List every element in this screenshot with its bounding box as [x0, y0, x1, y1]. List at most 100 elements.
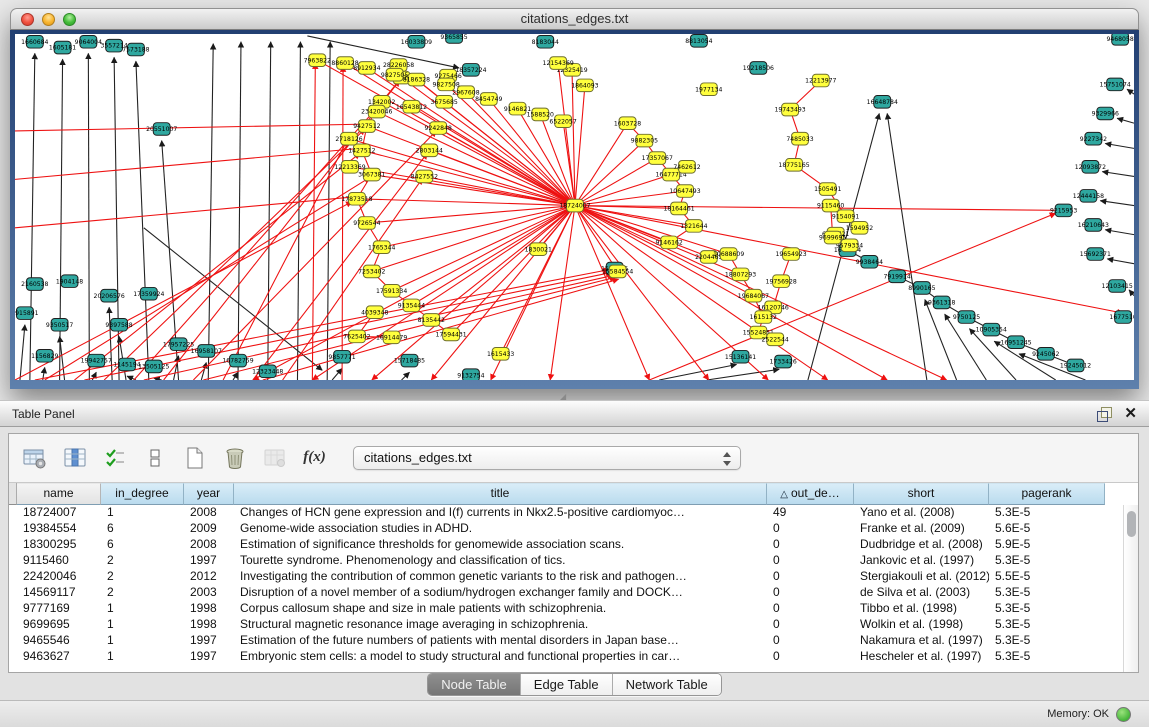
graph-node[interactable]: 17359924 — [133, 287, 164, 300]
graph-node[interactable]: 15136141 — [725, 350, 756, 363]
graph-node[interactable]: 9938464 — [856, 255, 883, 268]
graph-node-selected[interactable]: 18775165 — [778, 159, 809, 172]
table-row[interactable]: 969969511998Structural magnetic resonanc… — [9, 617, 1123, 633]
graph-node-selected[interactable]: 1603728 — [614, 117, 641, 130]
graph-node[interactable]: 8813054 — [685, 34, 712, 47]
column-header-pagerank[interactable]: pagerank — [989, 483, 1105, 505]
graph-node[interactable]: 9468058 — [1106, 34, 1133, 45]
graph-node[interactable]: 15718485 — [394, 354, 425, 367]
graph-node[interactable]: 15751074 — [1100, 78, 1131, 91]
network-canvas[interactable]: 1660684160518190640043557214757318820551… — [15, 34, 1134, 380]
delete-column-button[interactable] — [221, 444, 248, 471]
graph-node[interactable]: 3915891 — [15, 307, 39, 320]
graph-node[interactable]: 16648784 — [867, 96, 898, 109]
close-panel-icon[interactable]: ✕ — [1124, 406, 1137, 421]
graph-node-selected[interactable]: 7253402 — [358, 265, 385, 278]
show-columns-button[interactable] — [61, 444, 88, 471]
graph-node-selected[interactable]: 19684067 — [738, 289, 769, 302]
select-columns-button[interactable] — [101, 444, 128, 471]
table-row[interactable]: 1872400712008Changes of HCN gene express… — [9, 505, 1123, 521]
graph-node-selected[interactable]: 1615433 — [487, 348, 514, 361]
graph-node[interactable]: 1156829 — [31, 349, 58, 362]
graph-node-selected[interactable]: 19743493 — [774, 103, 805, 116]
graph-node[interactable]: 20206576 — [94, 289, 125, 302]
table-row[interactable]: 2242004622012Investigating the contribut… — [9, 569, 1123, 585]
table-row[interactable]: 977716911998Corpus callosum shape and si… — [9, 601, 1123, 617]
graph-node-selected[interactable]: 18164461 — [663, 202, 694, 215]
graph-node[interactable]: 9245062 — [1032, 348, 1059, 361]
scrollbar-thumb[interactable] — [1127, 511, 1136, 537]
graph-node[interactable]: 9350517 — [46, 318, 73, 331]
graph-node-selected[interactable]: 17873518 — [341, 192, 372, 205]
graph-node[interactable]: 19218506 — [743, 62, 774, 75]
function-builder-button[interactable]: f(x) — [301, 444, 328, 471]
column-header-year[interactable]: year — [184, 483, 234, 505]
graph-node[interactable]: 10905354 — [976, 323, 1007, 336]
table-selector-dropdown[interactable]: citations_edges.txt — [353, 446, 741, 470]
graph-node-selected[interactable]: 1505491 — [814, 183, 841, 196]
table-row[interactable]: 1830029562008Estimation of significance … — [9, 537, 1123, 553]
graph-node-selected[interactable]: 8135442 — [418, 314, 445, 327]
memory-status-icon[interactable] — [1116, 707, 1131, 722]
graph-node-selected[interactable]: 7485033 — [786, 132, 813, 145]
table-row[interactable]: 946554611997Estimation of the future num… — [9, 633, 1123, 649]
graph-node[interactable]: 1733426 — [769, 355, 796, 368]
column-header-out_de[interactable]: △out_de… — [767, 483, 854, 505]
graph-node[interactable]: 9329966 — [1092, 107, 1119, 120]
graph-node[interactable]: 12093872 — [1075, 160, 1106, 173]
graph-node-selected[interactable]: 19756928 — [766, 275, 797, 288]
graph-node-selected[interactable]: 16914479 — [376, 331, 407, 344]
graph-node[interactable]: 1677510 — [1109, 311, 1134, 324]
column-header-title[interactable]: title — [234, 483, 767, 505]
graph-node[interactable]: 9064004 — [75, 35, 102, 48]
tab-edge-table[interactable]: Edge Table — [521, 674, 613, 695]
graph-node[interactable]: 13505125 — [138, 360, 169, 373]
table-mode-button[interactable] — [21, 444, 48, 471]
graph-node[interactable]: 16033809 — [401, 35, 432, 48]
close-window-button[interactable] — [21, 13, 34, 26]
graph-node[interactable]: 9215953 — [1050, 204, 1077, 217]
graph-node-selected[interactable]: 17591334 — [376, 285, 407, 298]
graph-node[interactable]: 16210643 — [1078, 219, 1109, 232]
graph-node[interactable]: 9132754 — [457, 369, 484, 380]
tab-node-table[interactable]: Node Table — [428, 674, 521, 695]
row-height-button[interactable] — [141, 444, 168, 471]
graph-node[interactable]: 20551007 — [146, 123, 177, 136]
window-titlebar[interactable]: citations_edges.txt — [10, 8, 1139, 30]
graph-node[interactable]: 1660684 — [21, 35, 48, 48]
graph-node-selected[interactable]: 3675685 — [431, 96, 458, 109]
column-header-in_degree[interactable]: in_degree — [101, 483, 184, 505]
graph-node[interactable]: 9227342 — [1080, 132, 1107, 145]
table-row[interactable]: 1456911722003Disruption of a novel membe… — [9, 585, 1123, 601]
graph-node[interactable]: 2160538 — [21, 278, 48, 291]
vertical-scrollbar[interactable] — [1123, 505, 1138, 672]
table-row[interactable]: 911546021997Tourette syndrome. Phenomeno… — [9, 553, 1123, 569]
float-panel-icon[interactable] — [1097, 406, 1112, 421]
graph-node-selected[interactable]: 9882305 — [631, 134, 658, 147]
graph-node[interactable]: 9361318 — [928, 296, 955, 309]
tab-network-table[interactable]: Network Table — [613, 674, 721, 695]
graph-node-selected[interactable]: 1977134 — [695, 83, 722, 96]
table-row[interactable]: 1938455462009Genome-wide association stu… — [9, 521, 1123, 537]
graph-node[interactable]: 9857771 — [328, 350, 355, 363]
column-header-name[interactable]: name — [17, 483, 101, 505]
graph-node-selected[interactable]: 1864093 — [571, 79, 598, 92]
minimize-window-button[interactable] — [42, 13, 55, 26]
graph-node-selected[interactable]: 17357067 — [642, 152, 673, 165]
graph-node[interactable]: 12444158 — [1073, 190, 1104, 203]
column-header-short[interactable]: short — [854, 483, 989, 505]
graph-node-selected[interactable]: 7963822 — [304, 54, 331, 67]
table-row[interactable]: 946362711997Embryonic stem cells: a mode… — [9, 649, 1123, 665]
graph-node[interactable]: 12103415 — [1102, 280, 1133, 293]
graph-node[interactable]: 17957225 — [163, 338, 194, 351]
graph-node[interactable]: 19942757 — [81, 354, 112, 367]
graph-node[interactable]: 15692371 — [1080, 248, 1111, 261]
new-column-button[interactable] — [181, 444, 208, 471]
graph-node-selected[interactable]: 12213977 — [805, 74, 836, 87]
graph-node-selected[interactable]: 7625402 — [343, 330, 370, 343]
zoom-window-button[interactable] — [63, 13, 76, 26]
graph-node[interactable]: 8183044 — [532, 35, 559, 48]
graph-node[interactable]: 9365855 — [440, 34, 467, 43]
graph-node-selected[interactable]: 10647493 — [669, 185, 700, 198]
graph-node[interactable]: 1605181 — [49, 41, 76, 54]
